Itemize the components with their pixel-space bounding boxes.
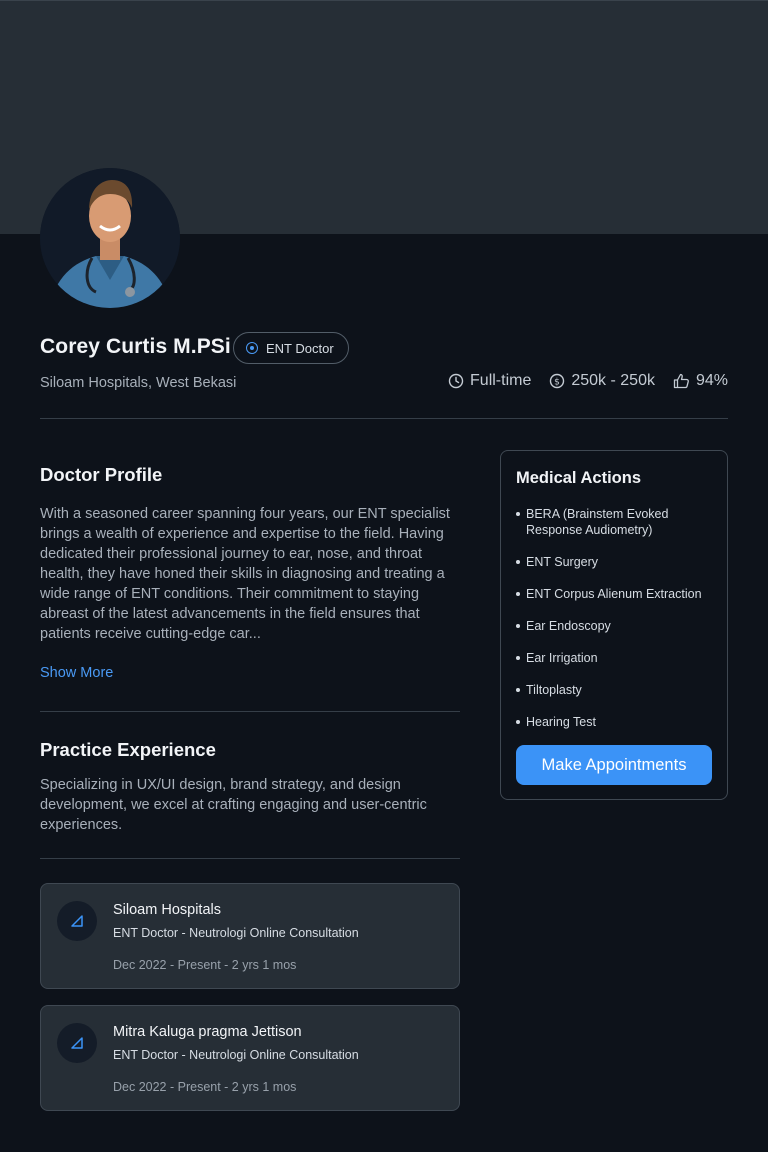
doctor-profile-title: Doctor Profile (40, 464, 163, 485)
practice-divider (40, 858, 460, 859)
experience-card[interactable]: Mitra Kaluga pragma Jettison ENT Doctor … (40, 1005, 460, 1111)
stat-employment: Full-time (448, 372, 531, 390)
hospital-logo-icon (57, 1023, 97, 1063)
practice-experience-text: Specializing in UX/UI design, brand stra… (40, 777, 427, 833)
role-badge: ENT Doctor (233, 332, 349, 364)
header-divider (40, 418, 728, 419)
experience-role: ENT Doctor - Neutrologi Online Consultat… (113, 926, 359, 940)
doctor-stats: Full-time $ 250k - 250k 94% (448, 372, 728, 390)
stat-fee: $ 250k - 250k (549, 372, 655, 390)
experience-role: ENT Doctor - Neutrologi Online Consultat… (113, 1048, 359, 1062)
svg-text:$: $ (554, 378, 560, 388)
experience-date: Dec 2022 - Present - 2 yrs 1 mos (113, 958, 297, 972)
doctor-profile-text: With a seasoned career spanning four yea… (40, 506, 450, 642)
experience-hospital: Mitra Kaluga pragma Jettison (113, 1024, 302, 1040)
medical-action-item: Ear Irrigation (516, 650, 721, 666)
medical-actions-list: BERA (Brainstem Evoked Response Audiomet… (516, 506, 721, 746)
hospital-logo-icon (57, 901, 97, 941)
stat-fee-value: 250k - 250k (571, 372, 655, 389)
role-badge-label: ENT Doctor (266, 340, 334, 356)
doctor-avatar (40, 168, 180, 308)
experience-hospital: Siloam Hospitals (113, 902, 221, 918)
medical-action-item: BERA (Brainstem Evoked Response Audiomet… (516, 506, 721, 538)
target-dot-icon (246, 342, 258, 354)
dollar-coin-icon: $ (549, 373, 565, 389)
stat-employment-value: Full-time (470, 372, 532, 389)
medical-actions-card: Medical Actions BERA (Brainstem Evoked R… (500, 450, 728, 800)
experience-date: Dec 2022 - Present - 2 yrs 1 mos (113, 1080, 297, 1094)
thumbs-up-icon (673, 373, 690, 389)
make-appointments-button[interactable]: Make Appointments (516, 745, 712, 785)
medical-action-item: ENT Surgery (516, 554, 721, 570)
medical-action-item: ENT Corpus Alienum Extraction (516, 586, 721, 602)
stat-rating: 94% (673, 372, 728, 390)
clock-icon (448, 373, 464, 389)
profile-divider (40, 711, 460, 712)
medical-action-item: Hearing Test (516, 714, 721, 730)
show-more-link[interactable]: Show More (40, 665, 113, 681)
doctor-name: Corey Curtis M.PSi (40, 335, 231, 358)
practice-experience-title: Practice Experience (40, 739, 216, 760)
medical-actions-title: Medical Actions (516, 469, 641, 487)
medical-action-item: Tiltoplasty (516, 682, 721, 698)
doctor-hospital: Siloam Hospitals, West Bekasi (40, 375, 237, 391)
medical-action-item: Ear Endoscopy (516, 618, 721, 634)
experience-card[interactable]: Siloam Hospitals ENT Doctor - Neutrologi… (40, 883, 460, 989)
stat-rating-value: 94% (695, 372, 728, 389)
